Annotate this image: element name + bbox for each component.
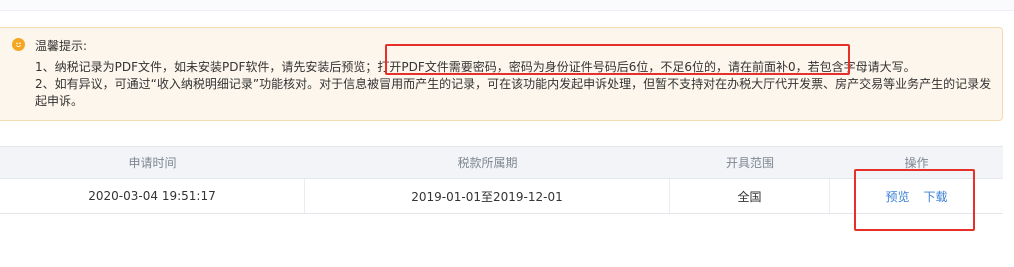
- notice-title: 温馨提示:: [35, 39, 88, 53]
- records-table: 申请时间 税款所属期 开具范围 操作 2020-03-04 19:51:17 2…: [0, 146, 1003, 214]
- header-apply-time: 申请时间: [128, 156, 177, 170]
- header-period: 税款所属期: [457, 156, 518, 170]
- smile-icon: [12, 38, 25, 51]
- table-row: 2020-03-04 19:51:17 2019-01-01至2019-12-0…: [0, 179, 1003, 214]
- cell-period: 2019-01-01至2019-12-01: [305, 179, 670, 213]
- actions-highlight-box: [854, 169, 975, 231]
- table-header: 申请时间 税款所属期 开具范围 操作: [0, 146, 1003, 179]
- cell-apply-time: 2020-03-04 19:51:17: [0, 179, 305, 213]
- notice-line-2: 2、如有异议，可通过“收入纳税明细记录”功能核对。对于信息被冒用而产生的记录，可…: [35, 76, 992, 108]
- header-scope: 开具范围: [725, 156, 774, 170]
- top-bar: [0, 0, 1014, 11]
- password-highlight-box: [385, 44, 850, 75]
- cell-scope: 全国: [670, 179, 830, 213]
